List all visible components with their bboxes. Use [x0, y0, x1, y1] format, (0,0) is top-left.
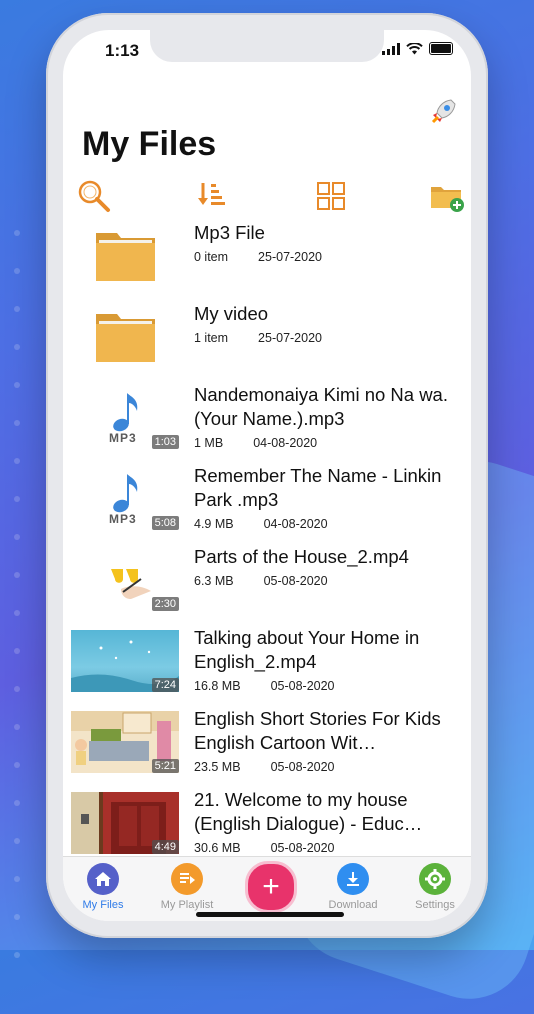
tab-label: My Files	[82, 899, 124, 911]
file-date: 04-08-2020	[263, 517, 328, 531]
file-size: 16.8 MB	[194, 679, 241, 693]
tab-my-files[interactable]: My Files	[63, 863, 143, 911]
tab-my-playlist[interactable]: My Playlist	[147, 863, 227, 911]
file-size: 23.5 MB	[194, 760, 241, 774]
tab-label: My Playlist	[160, 899, 214, 911]
file-name: Parts of the House_2.mp4	[194, 546, 409, 567]
file-name: 21. Welcome to my house (English Dialogu…	[194, 789, 423, 834]
app-screen: 1:13 My Files Mp3 File 0 item 25-07-2020…	[63, 30, 471, 921]
list-item[interactable]: 5:21 English Short Stories For Kids Engl…	[63, 705, 471, 785]
file-size: 1 item	[194, 331, 229, 345]
file-date: 05-08-2020	[270, 679, 335, 693]
mp3-badge: MP3	[109, 431, 137, 445]
playlist-icon	[171, 863, 203, 895]
home-icon	[87, 863, 119, 895]
file-meta: 30.6 MB 05-08-2020	[194, 841, 335, 855]
duration-badge: 5:21	[151, 759, 179, 773]
mp3-badge: MP3	[109, 512, 137, 526]
duration-badge: 5:08	[151, 516, 179, 530]
tab-label: Settings	[415, 899, 455, 911]
duration-badge: 2:30	[151, 597, 179, 611]
file-meta: 1 MB 04-08-2020	[194, 436, 317, 450]
wifi-icon	[406, 42, 423, 54]
file-date: 04-08-2020	[253, 436, 318, 450]
tab-download[interactable]: Download	[313, 863, 393, 911]
battery-icon	[429, 42, 453, 55]
list-item[interactable]: MP3 5:08 Remember The Name - Linkin Park…	[63, 462, 471, 542]
file-size: 30.6 MB	[194, 841, 241, 855]
rocket-icon[interactable]	[429, 96, 459, 126]
duration-badge: 4:49	[151, 840, 179, 854]
status-icons	[382, 42, 453, 55]
page-title: My Files	[82, 125, 217, 163]
video-thumbnail: 5:21	[71, 711, 179, 773]
file-name: Nandemonaiya Kimi no Na wa. (Your Name.)…	[194, 384, 448, 429]
file-size: 4.9 MB	[194, 517, 234, 531]
file-meta: 1 item 25-07-2020	[194, 331, 322, 345]
file-date: 05-08-2020	[263, 574, 328, 588]
grid-view-icon[interactable]	[313, 178, 349, 214]
file-size: 6.3 MB	[194, 574, 234, 588]
notch	[150, 30, 384, 62]
file-date: 05-08-2020	[270, 841, 335, 855]
background-dots	[14, 230, 26, 958]
phone-frame: 1:13 My Files Mp3 File 0 item 25-07-2020…	[46, 13, 488, 938]
list-item[interactable]: 4:49 21. Welcome to my house (English Di…	[63, 786, 471, 866]
duration-badge: 7:24	[151, 678, 179, 692]
file-name: Remember The Name - Linkin Park .mp3	[194, 465, 442, 510]
file-date: 05-08-2020	[270, 760, 335, 774]
gear-icon	[419, 863, 451, 895]
new-folder-icon[interactable]	[429, 178, 465, 214]
file-name: Talking about Your Home in English_2.mp4	[194, 627, 420, 672]
tab-settings[interactable]: Settings	[395, 863, 471, 911]
list-item[interactable]: 2:30 Parts of the House_2.mp4 6.3 MB 05-0…	[63, 543, 471, 623]
home-indicator	[196, 912, 344, 917]
file-meta: 0 item 25-07-2020	[194, 250, 322, 264]
signal-icon	[382, 42, 400, 55]
file-meta: 6.3 MB 05-08-2020	[194, 574, 328, 588]
music-note-icon: MP3 5:08	[71, 468, 179, 530]
sort-icon[interactable]	[195, 178, 231, 214]
video-thumbnail: 4:49	[71, 792, 179, 854]
download-icon	[337, 863, 369, 895]
list-item[interactable]: 7:24 Talking about Your Home in English_…	[63, 624, 471, 704]
status-time: 1:13	[105, 41, 140, 60]
folder-icon	[71, 306, 179, 368]
music-note-icon: MP3 1:03	[71, 387, 179, 449]
file-name: My video	[194, 303, 269, 324]
file-size: 1 MB	[194, 436, 224, 450]
plus-icon: +	[262, 870, 280, 903]
file-name: English Short Stories For Kids English C…	[194, 708, 441, 753]
add-button[interactable]: +	[245, 861, 297, 913]
list-item[interactable]: Mp3 File 0 item 25-07-2020	[63, 219, 471, 299]
search-icon[interactable]	[76, 178, 112, 214]
file-size: 0 item	[194, 250, 229, 264]
file-meta: 16.8 MB 05-08-2020	[194, 679, 335, 693]
tab-label: Download	[328, 899, 378, 911]
toolbar	[63, 178, 471, 218]
list-item[interactable]: My video 1 item 25-07-2020	[63, 300, 471, 380]
list-item[interactable]: MP3 1:03 Nandemonaiya Kimi no Na wa. (Yo…	[63, 381, 471, 461]
duration-badge: 1:03	[151, 435, 179, 449]
file-date: 25-07-2020	[258, 250, 322, 264]
video-thumbnail: 2:30	[71, 549, 179, 611]
folder-icon	[71, 225, 179, 287]
file-date: 25-07-2020	[258, 331, 322, 345]
video-thumbnail: 7:24	[71, 630, 179, 692]
file-meta: 4.9 MB 04-08-2020	[194, 517, 328, 531]
file-meta: 23.5 MB 05-08-2020	[194, 760, 335, 774]
file-name: Mp3 File	[194, 222, 265, 243]
